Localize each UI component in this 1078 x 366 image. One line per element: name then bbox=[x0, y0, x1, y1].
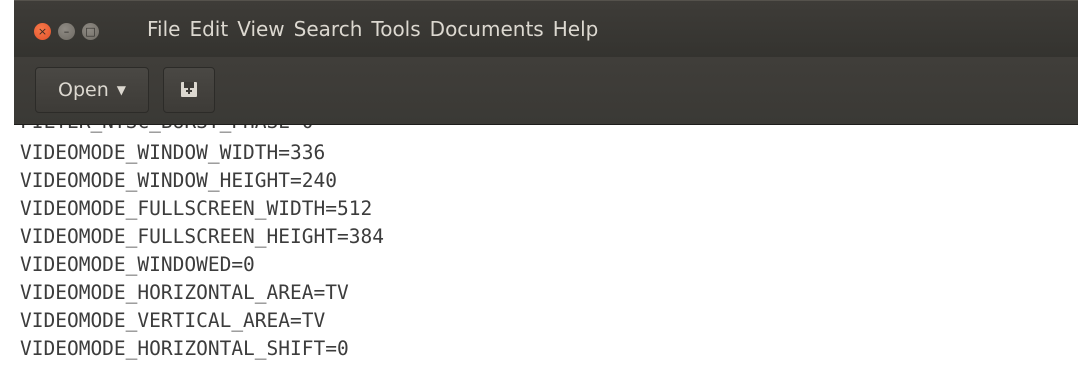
maximize-icon[interactable]: □ bbox=[82, 23, 99, 40]
editor-line: VIDEOMODE_FULLSCREEN_WIDTH=512 bbox=[20, 197, 373, 220]
editor-line: VIDEOMODE_HORIZONTAL_AREA=TV bbox=[20, 281, 349, 304]
open-button-label: Open bbox=[58, 79, 109, 101]
editor-line: VIDEOMODE_HORIZONTAL_SHIFT=0 bbox=[20, 337, 349, 360]
menu-search[interactable]: Search bbox=[294, 17, 372, 41]
save-button[interactable] bbox=[163, 67, 215, 113]
editor-partial-line: FILTER_NTSC_BURST_PHASE=0 bbox=[20, 125, 314, 135]
menu-documents[interactable]: Documents bbox=[430, 17, 553, 41]
menu-tools[interactable]: Tools bbox=[371, 17, 429, 41]
open-button[interactable]: Open ▼ bbox=[35, 67, 149, 113]
editor-line: VIDEOMODE_FULLSCREEN_HEIGHT=384 bbox=[20, 225, 384, 248]
gedit-window: × – □ File Edit View Search Tools Docume… bbox=[0, 0, 1078, 366]
menu-view[interactable]: View bbox=[237, 17, 293, 41]
menu-file[interactable]: File bbox=[147, 17, 189, 41]
minimize-icon[interactable]: – bbox=[58, 23, 75, 40]
text-editor[interactable]: FILTER_NTSC_BURST_PHASE=0 VIDEOMODE_WIND… bbox=[20, 125, 1078, 366]
menu-bar: × – □ File Edit View Search Tools Docume… bbox=[14, 0, 1078, 57]
menu-help[interactable]: Help bbox=[553, 17, 608, 41]
editor-line: VIDEOMODE_VERTICAL_AREA=TV bbox=[20, 309, 326, 332]
save-icon bbox=[181, 82, 197, 97]
toolbar: Open ▼ bbox=[14, 57, 1078, 125]
window-controls: × – □ bbox=[34, 23, 99, 40]
close-icon[interactable]: × bbox=[34, 23, 51, 40]
editor-line: VIDEOMODE_WINDOW_HEIGHT=240 bbox=[20, 169, 337, 192]
menu-edit[interactable]: Edit bbox=[189, 17, 237, 41]
menus: File Edit View Search Tools Documents He… bbox=[147, 17, 607, 41]
dropdown-arrow-icon: ▼ bbox=[116, 83, 126, 97]
editor-line: VIDEOMODE_WINDOWED=0 bbox=[20, 253, 255, 276]
editor-line: VIDEOMODE_WINDOW_WIDTH=336 bbox=[20, 141, 326, 164]
